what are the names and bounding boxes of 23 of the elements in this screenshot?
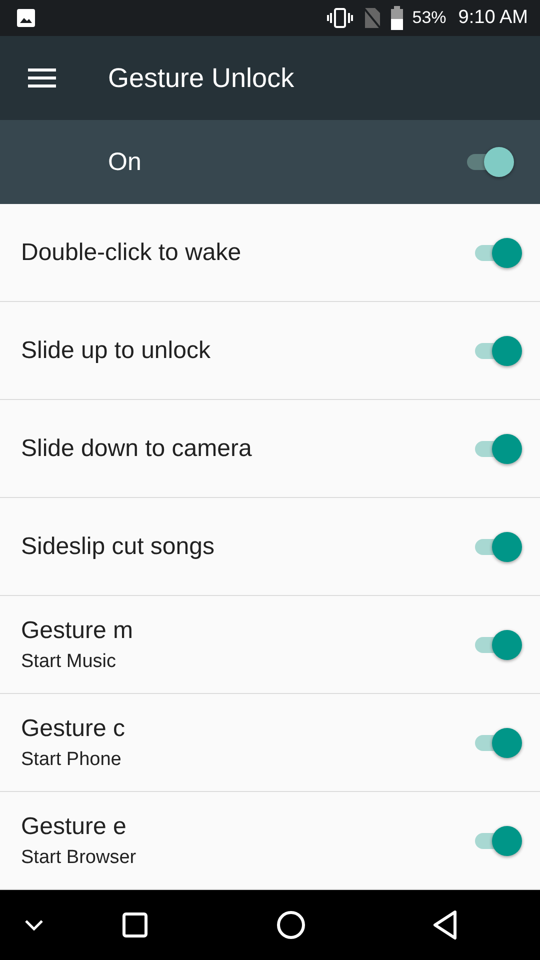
battery-icon [390, 6, 404, 30]
no-sim-icon [362, 6, 382, 30]
setting-subtitle: Start Browser [21, 846, 136, 868]
clock: 9:10 AM [458, 7, 528, 29]
menu-icon [28, 68, 56, 88]
chevron-down-icon [24, 919, 44, 931]
circle-icon [276, 910, 306, 940]
setting-title: Slide down to camera [21, 434, 252, 462]
battery-percent: 53% [412, 8, 446, 28]
square-icon [122, 912, 148, 938]
setting-title: Gesture m [21, 616, 134, 644]
setting-title: Sideslip cut songs [21, 532, 214, 560]
master-switch-label: On [108, 148, 142, 176]
setting-subtitle: Start Phone [21, 748, 122, 770]
triangle-icon [432, 910, 458, 940]
setting-title: Double-click to wake [21, 238, 242, 266]
vibrate-icon [326, 7, 354, 29]
setting-subtitle: Start Music [21, 650, 118, 672]
setting-title: Slide up to unlock [21, 336, 210, 364]
setting-title: Gesture c [21, 714, 126, 742]
setting-title: Gesture e [21, 812, 128, 840]
image-icon [16, 8, 36, 28]
screen-title: Gesture Unlock [108, 62, 294, 94]
